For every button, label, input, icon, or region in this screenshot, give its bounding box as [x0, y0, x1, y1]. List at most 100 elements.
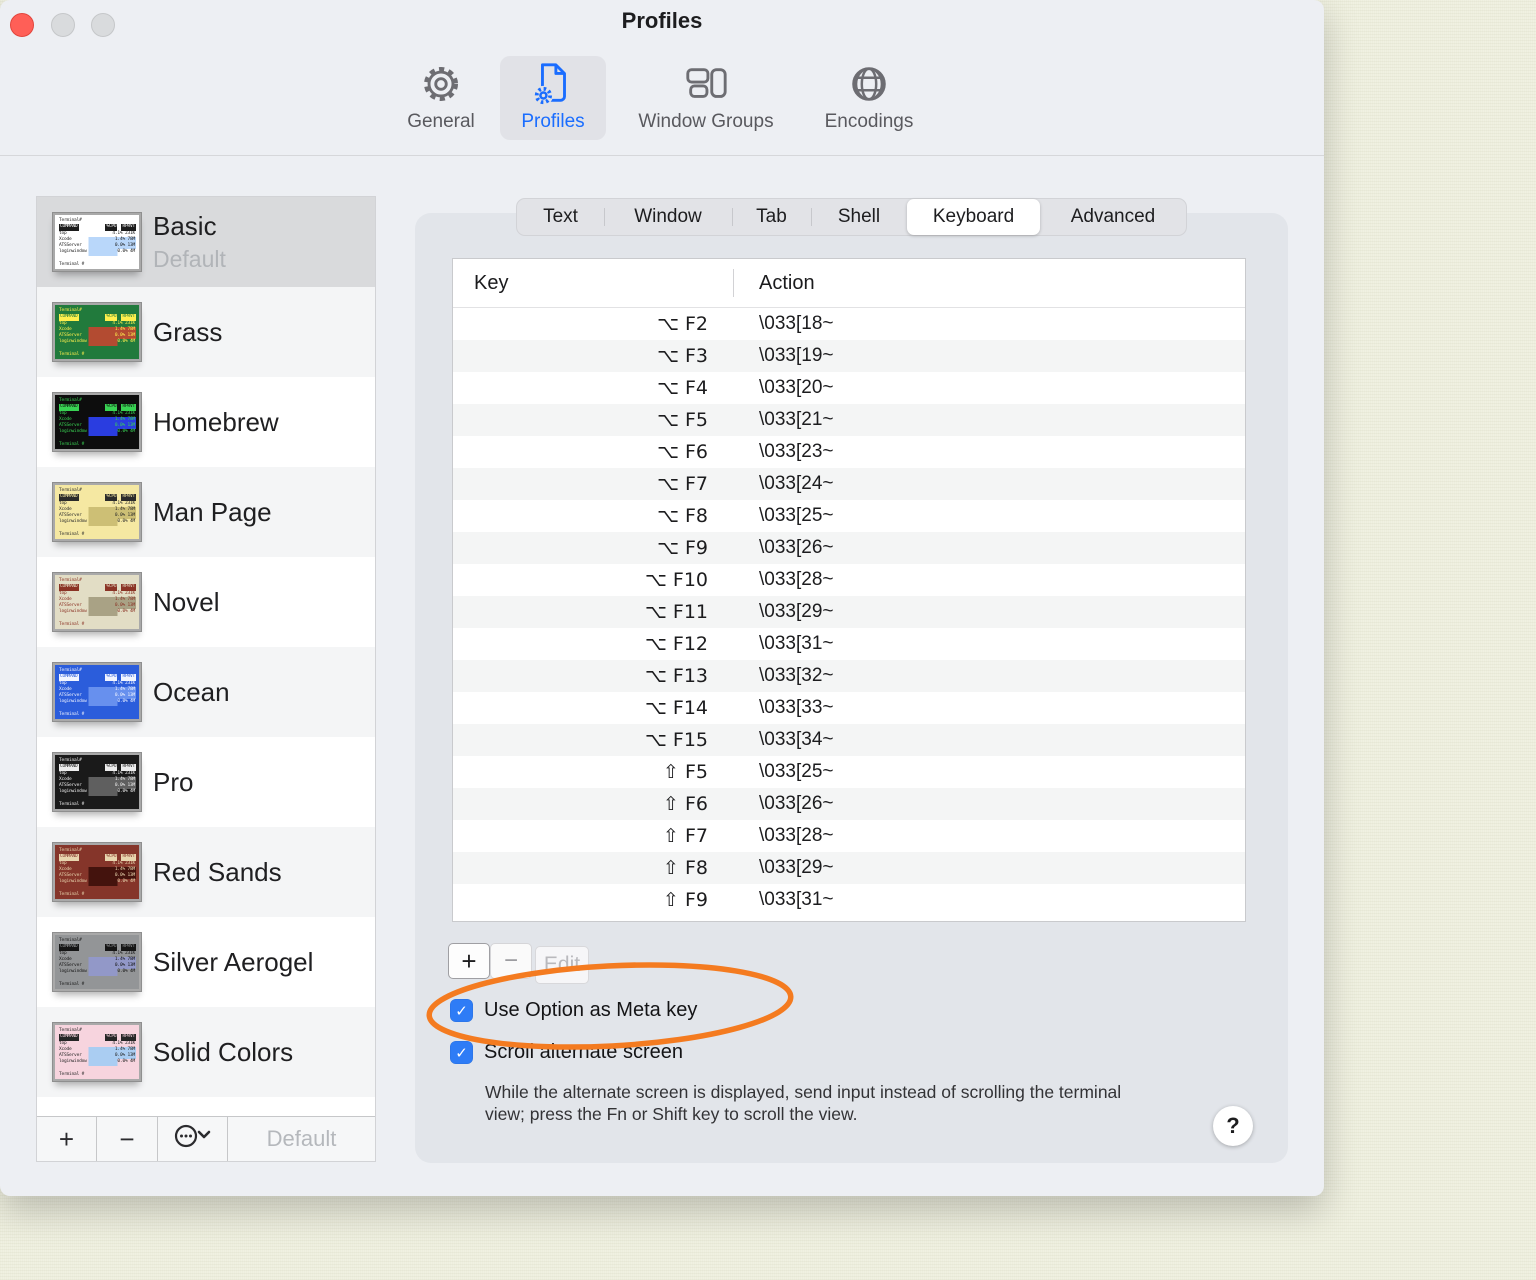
- table-body: ⌥ F2 \033[18~ ⌥ F3 \033[19~ ⌥ F4 \033[20~ ⌥…: [453, 308, 1245, 916]
- toolbar-label: General: [407, 111, 475, 132]
- key-cell: ⌥ F14: [644, 697, 708, 719]
- profile-name: Solid Colors: [153, 1036, 294, 1067]
- modifier-glyph: ⇧: [663, 761, 679, 783]
- modifier-glyph: ⌥: [644, 633, 667, 655]
- table-row[interactable]: ⌥ F4 \033[20~: [453, 372, 1245, 404]
- profile-actions-button[interactable]: [158, 1117, 228, 1161]
- sidebar-item-solid-colors[interactable]: Terminal# COMMAND %CPU RPRVT top 4.1% 231K…: [37, 1007, 375, 1097]
- globe-icon: [846, 61, 892, 107]
- toolbar-item-encodings[interactable]: Encodings: [806, 56, 932, 140]
- table-row[interactable]: ⌥ F5 \033[21~: [453, 404, 1245, 436]
- table-row[interactable]: ⌥ F9 \033[26~: [453, 532, 1245, 564]
- table-row[interactable]: ⌥ F10 \033[28~: [453, 564, 1245, 596]
- table-row[interactable]: ⌥ F13 \033[32~: [453, 660, 1245, 692]
- sidebar-item-homebrew[interactable]: Terminal# COMMAND %CPU RPRVT top 4.1% 231K…: [37, 377, 375, 467]
- toolbar-item-general[interactable]: General: [385, 56, 497, 140]
- key-cell: ⌥ F10: [644, 569, 708, 591]
- action-cell: \033[19~: [759, 345, 834, 366]
- profile-thumbnail: Terminal# COMMAND %CPU RPRVT top 4.1% 231K…: [52, 752, 142, 812]
- help-button[interactable]: ?: [1213, 1106, 1253, 1146]
- profile-name: Ocean: [153, 676, 230, 707]
- add-profile-button[interactable]: +: [37, 1117, 97, 1161]
- table-row[interactable]: ⌥ F7 \033[24~: [453, 468, 1245, 500]
- profile-thumbnail: Terminal# COMMAND %CPU RPRVT top 4.1% 231K…: [52, 302, 142, 362]
- action-cell: \033[18~: [759, 313, 834, 334]
- sidebar-item-basic[interactable]: Terminal# COMMAND %CPU RPRVT top 4.1% 231K…: [37, 197, 375, 287]
- toolbar-item-window-groups[interactable]: Window Groups: [622, 56, 790, 140]
- profile-document-icon: [530, 61, 576, 107]
- tab-label: Text: [543, 206, 578, 227]
- toolbar-label: Window Groups: [638, 111, 774, 132]
- tab-keyboard[interactable]: Keyboard: [907, 199, 1040, 235]
- sidebar-item-man-page[interactable]: Terminal# COMMAND %CPU RPRVT top 4.1% 231K…: [37, 467, 375, 557]
- checkbox-label: Scroll alternate screen: [484, 1041, 683, 1063]
- action-cell: \033[29~: [759, 601, 834, 622]
- keyboard-pane: Key Action ⌥ F2 \033[18~ ⌥ F3 \033[19~ ⌥ F4…: [415, 213, 1288, 1163]
- table-row[interactable]: ⇧ F5 \033[25~: [453, 756, 1245, 788]
- checkbox-label: Use Option as Meta key: [484, 999, 698, 1021]
- table-row[interactable]: ⌥ F15 \033[34~: [453, 724, 1245, 756]
- key-column-header[interactable]: Key: [453, 272, 733, 295]
- sidebar-item-novel[interactable]: Terminal# COMMAND %CPU RPRVT top 4.1% 231K…: [37, 557, 375, 647]
- table-row[interactable]: ⇧ F7 \033[28~: [453, 820, 1245, 852]
- scroll-alternate-screen-checkbox[interactable]: ✓: [450, 1041, 473, 1064]
- table-row[interactable]: ⌥ F12 \033[31~: [453, 628, 1245, 660]
- profile-thumbnail: Terminal# COMMAND %CPU RPRVT top 4.1% 231K…: [52, 842, 142, 902]
- table-row[interactable]: ⇧ F8 \033[29~: [453, 852, 1245, 884]
- action-cell: \033[21~: [759, 409, 834, 430]
- sidebar-item-pro[interactable]: Terminal# COMMAND %CPU RPRVT top 4.1% 231K…: [37, 737, 375, 827]
- modifier-glyph: ⌥: [644, 729, 667, 751]
- table-row[interactable]: ⌥ F8 \033[25~: [453, 500, 1245, 532]
- tab-advanced[interactable]: Advanced: [1040, 199, 1186, 235]
- gear-icon: [418, 61, 464, 107]
- tab-text[interactable]: Text: [517, 199, 604, 235]
- sidebar-item-ocean[interactable]: Terminal# COMMAND %CPU RPRVT top 4.1% 231K…: [37, 647, 375, 737]
- desktop: Profiles General Profiles Window Groups …: [0, 0, 1536, 1280]
- table-row[interactable]: ⇧ F9 \033[31~: [453, 884, 1245, 916]
- key-cell: ⌥ F13: [644, 665, 708, 687]
- action-cell: \033[29~: [759, 857, 834, 878]
- tab-shell[interactable]: Shell: [811, 199, 907, 235]
- tab-tab[interactable]: Tab: [732, 199, 811, 235]
- action-cell: \033[28~: [759, 569, 834, 590]
- key-cell: ⌥ F4: [657, 377, 708, 399]
- profile-name: Pro: [153, 766, 194, 797]
- set-default-button[interactable]: Default: [228, 1117, 375, 1161]
- tab-label: Tab: [756, 206, 787, 227]
- table-row[interactable]: ⌥ F2 \033[18~: [453, 308, 1245, 340]
- window-title: Profiles: [621, 8, 703, 33]
- table-header[interactable]: Key Action: [453, 259, 1245, 308]
- profile-thumbnail: Terminal# COMMAND %CPU RPRVT top 4.1% 231K…: [52, 212, 142, 272]
- edit-binding-button[interactable]: Edit: [535, 946, 589, 984]
- modifier-glyph: ⇧: [663, 889, 679, 911]
- key-cell: ⌥ F5: [657, 409, 708, 431]
- remove-profile-button[interactable]: −: [97, 1117, 158, 1161]
- profile-thumbnail: Terminal# COMMAND %CPU RPRVT top 4.1% 231K…: [52, 572, 142, 632]
- window-groups-icon: [683, 61, 729, 107]
- modifier-glyph: ⌥: [644, 665, 667, 687]
- add-binding-button[interactable]: +: [448, 943, 490, 979]
- table-row[interactable]: ⌥ F14 \033[33~: [453, 692, 1245, 724]
- modifier-glyph: ⌥: [644, 601, 667, 623]
- sidebar-item-red-sands[interactable]: Terminal# COMMAND %CPU RPRVT top 4.1% 231K…: [37, 827, 375, 917]
- tab-window[interactable]: Window: [604, 199, 732, 235]
- key-cell: ⇧ F6: [663, 793, 708, 815]
- use-option-as-meta-checkbox[interactable]: ✓: [450, 999, 473, 1022]
- action-cell: \033[25~: [759, 505, 834, 526]
- action-cell: \033[26~: [759, 537, 834, 558]
- column-divider: [733, 269, 734, 297]
- table-row[interactable]: ⌥ F11 \033[29~: [453, 596, 1245, 628]
- table-row[interactable]: ⌥ F6 \033[23~: [453, 436, 1245, 468]
- modifier-glyph: ⌥: [657, 377, 679, 399]
- modifier-glyph: ⌥: [644, 697, 667, 719]
- profile-name: Red Sands: [153, 856, 282, 887]
- alternate-screen-help-text: While the alternate screen is displayed,…: [485, 1082, 1122, 1124]
- toolbar-item-profiles[interactable]: Profiles: [500, 56, 606, 140]
- sidebar-item-silver-aerogel[interactable]: Terminal# COMMAND %CPU RPRVT top 4.1% 231K…: [37, 917, 375, 1007]
- remove-binding-button[interactable]: −: [490, 943, 532, 979]
- action-column-header[interactable]: Action: [733, 272, 815, 295]
- table-row[interactable]: ⌥ F3 \033[19~: [453, 340, 1245, 372]
- profile-thumbnail: Terminal# COMMAND %CPU RPRVT top 4.1% 231K…: [52, 932, 142, 992]
- sidebar-item-grass[interactable]: Terminal# COMMAND %CPU RPRVT top 4.1% 231K…: [37, 287, 375, 377]
- table-row[interactable]: ⇧ F6 \033[26~: [453, 788, 1245, 820]
